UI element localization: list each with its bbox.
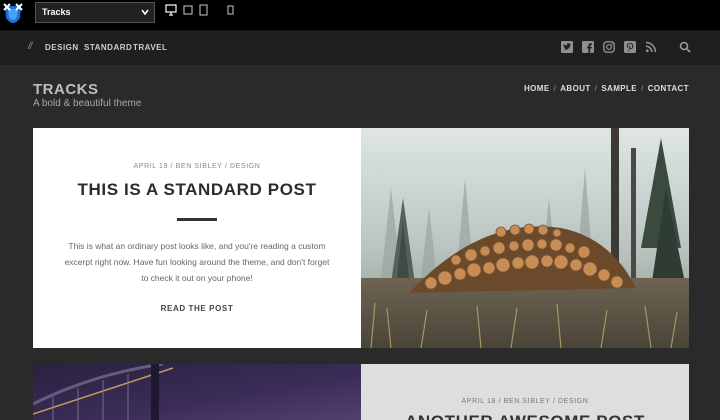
facebook-icon[interactable] — [582, 41, 594, 53]
nav-category-design[interactable]: DESIGN — [45, 43, 79, 52]
post-card: APRIL 19 / BEN SIBLEY / DESIGN THIS IS A… — [33, 128, 361, 348]
chevron-down-icon — [141, 9, 149, 16]
title-divider — [177, 218, 217, 221]
search-icon[interactable] — [679, 41, 691, 53]
menu-item-home[interactable]: HOME — [524, 84, 550, 93]
desktop-icon[interactable] — [165, 4, 177, 16]
read-the-post-link[interactable]: READ THE POST — [33, 304, 361, 313]
post-card: APRIL 18 / BEN SIBLEY / DESIGN ANOTHER A… — [361, 364, 689, 420]
primary-menu: HOME / ABOUT / SAMPLE / CONTACT — [524, 84, 689, 93]
category-nav-bar: // DESIGN STANDARD TRAVEL — [0, 30, 720, 65]
forest-log-pile-image — [361, 128, 689, 348]
rss-icon[interactable] — [645, 41, 657, 53]
post-title[interactable]: THIS IS A STANDARD POST — [33, 180, 361, 200]
menu-item-contact[interactable]: CONTACT — [648, 84, 689, 93]
tablet-landscape-icon[interactable] — [183, 4, 193, 16]
post-excerpt: This is what an ordinary post looks like… — [64, 241, 330, 283]
nav-slash-decoration: // — [28, 41, 32, 52]
menu-item-sample[interactable]: SAMPLE — [601, 84, 637, 93]
site-title[interactable]: TRACKS — [33, 81, 99, 98]
theme-switcher-logo-icon[interactable] — [2, 2, 24, 28]
nav-category-standard[interactable]: STANDARD — [84, 43, 132, 52]
post-title[interactable]: ANOTHER AWESOME POST — [361, 412, 689, 420]
menu-separator: / — [594, 84, 598, 93]
theme-switcher-bar: Tracks — [0, 0, 720, 30]
nav-category-travel[interactable]: TRAVEL — [133, 43, 167, 52]
instagram-icon[interactable] — [603, 41, 615, 53]
menu-separator: / — [641, 84, 644, 93]
phone-icon[interactable] — [227, 4, 234, 16]
pinterest-icon[interactable] — [624, 41, 636, 53]
menu-item-about[interactable]: ABOUT — [560, 84, 590, 93]
menu-separator: / — [553, 84, 557, 93]
theme-select-value: Tracks — [42, 7, 71, 17]
post-featured-image-bridge[interactable] — [33, 364, 361, 420]
theme-select-dropdown[interactable]: Tracks — [35, 2, 155, 23]
post-meta: APRIL 18 / BEN SIBLEY / DESIGN — [461, 398, 589, 405]
post-meta: APRIL 19 / BEN SIBLEY / DESIGN — [133, 163, 261, 170]
site-tagline: A bold & beautiful theme — [33, 98, 142, 109]
tablet-icon[interactable] — [199, 4, 208, 16]
post-featured-image-forest[interactable] — [361, 128, 689, 348]
bridge-at-night-image — [33, 364, 361, 420]
twitter-icon[interactable] — [561, 41, 573, 53]
